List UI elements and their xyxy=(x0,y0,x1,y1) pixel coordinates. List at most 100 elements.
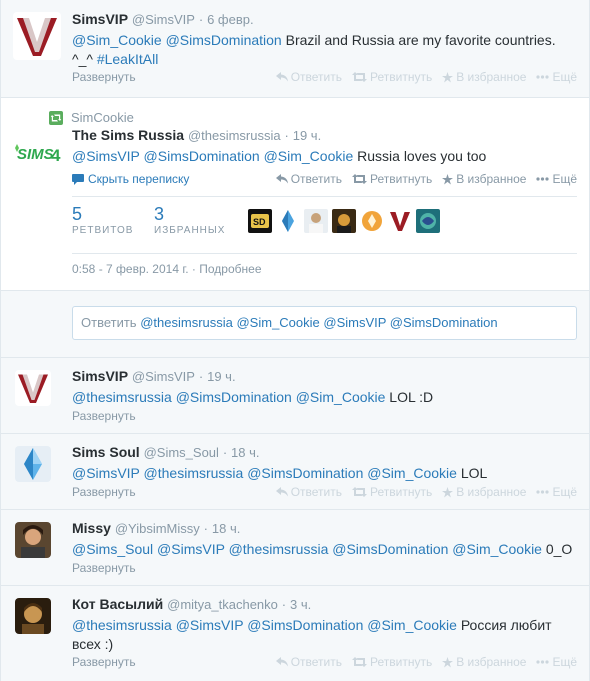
reply-button[interactable]: Ответить xyxy=(275,483,342,501)
mention-link[interactable]: @SimsVIP xyxy=(72,148,140,164)
tweet-missy[interactable]: Missy @YibsimMissy · 18 ч. @Sims_Soul @S… xyxy=(1,510,589,586)
avatar-dark-portrait[interactable] xyxy=(332,209,356,233)
mention-link[interactable]: @thesimsrussia xyxy=(229,541,329,557)
favorite-label: В избранное xyxy=(456,70,527,84)
avatar-simsvip-small[interactable] xyxy=(388,209,412,233)
tweet-main-thesimsrussia[interactable]: SimCookie SIMS 4 The Sims Russia @thesims… xyxy=(1,98,589,291)
retweet-button[interactable]: Ретвитнуть xyxy=(352,483,432,501)
retweeter-name[interactable]: SimCookie xyxy=(71,110,134,126)
expand-link[interactable]: Развернуть xyxy=(72,559,136,577)
mention-link[interactable]: @Sim_Cookie xyxy=(264,148,354,164)
fullname[interactable]: SimsVIP xyxy=(72,368,128,384)
mention-link[interactable]: @SimsVIP xyxy=(157,541,225,557)
more-button[interactable]: Ещё xyxy=(536,483,577,501)
mention-link[interactable]: @thesimsrussia xyxy=(72,617,172,633)
avatar-thesimsrussia[interactable]: SIMS 4 xyxy=(13,142,61,166)
tweet-simsvip-1[interactable]: SimsVIP @SimsVIP · 6 февр. @Sim_Cookie @… xyxy=(1,0,589,98)
avatar-sims-soul[interactable] xyxy=(15,446,51,482)
reply-input[interactable]: Ответить @thesimsrussia @Sim_Cookie @Sim… xyxy=(72,306,577,340)
mention-link[interactable]: @SimsDomination xyxy=(332,541,448,557)
avatar-simsvip[interactable] xyxy=(13,12,61,60)
favorite-button[interactable]: В избранное xyxy=(442,170,526,188)
expand-link[interactable]: Развернуть xyxy=(72,653,136,671)
username[interactable]: @mitya_tkachenko xyxy=(167,597,278,612)
mention-link[interactable]: @SimsDomination xyxy=(144,148,260,164)
star-icon xyxy=(442,173,454,184)
mention-link[interactable]: @SimsVIP xyxy=(72,465,140,481)
timestamp[interactable]: 18 ч. xyxy=(231,445,259,460)
mention-link[interactable]: @thesimsrussia xyxy=(72,389,172,405)
more-label: Ещё xyxy=(552,172,577,186)
expand-link[interactable]: Развернуть xyxy=(72,68,136,86)
username[interactable]: @SimsVIP xyxy=(132,12,195,27)
fullname[interactable]: Missy xyxy=(72,520,111,536)
hide-conversation-link[interactable]: Скрыть переписку xyxy=(72,170,189,188)
tweet-sims-soul[interactable]: Sims Soul @Sims_Soul · 18 ч. @SimsVIP @t… xyxy=(1,434,589,510)
mention-link[interactable]: @Sim_Cookie xyxy=(296,389,386,405)
expand-link[interactable]: Развернуть xyxy=(72,483,136,501)
more-button[interactable]: Ещё xyxy=(536,170,577,188)
mention-link[interactable]: @Sim_Cookie xyxy=(367,617,457,633)
username[interactable]: @Sims_Soul xyxy=(144,445,219,460)
retweet-button[interactable]: Ретвитнуть xyxy=(352,170,432,188)
favorites-stat[interactable]: 3 ИЗБРАННЫХ xyxy=(154,203,225,236)
more-button[interactable]: Ещё xyxy=(536,68,577,86)
separator: · xyxy=(281,597,287,612)
reply-mentions: @thesimsrussia @Sim_Cookie @SimsVIP @Sim… xyxy=(140,315,498,330)
username[interactable]: @SimsVIP xyxy=(132,369,195,384)
mention-link[interactable]: @Sim_Cookie xyxy=(367,465,457,481)
favorite-button[interactable]: В избранное xyxy=(442,68,526,86)
mention-link[interactable]: @thesimsrussia xyxy=(144,465,244,481)
retweets-count: 5 xyxy=(72,204,83,224)
avatar-teal-globe[interactable] xyxy=(416,209,440,233)
reply-button[interactable]: Ответить xyxy=(275,653,342,671)
more-button[interactable]: Ещё xyxy=(536,653,577,671)
retweet-button[interactable]: Ретвитнуть xyxy=(352,68,432,86)
favorite-button[interactable]: В избранное xyxy=(442,483,526,501)
datetime-text[interactable]: 0:58 - 7 февр. 2014 г. xyxy=(72,262,189,276)
avatar-orange-plumbob[interactable] xyxy=(360,209,384,233)
mention-link[interactable]: @SimsVIP xyxy=(176,617,244,633)
fullname[interactable]: Кот Васылий xyxy=(72,596,163,612)
avatar-person-white[interactable] xyxy=(304,209,328,233)
avatar-sd[interactable]: SD xyxy=(248,209,272,233)
retweets-stat[interactable]: 5 РЕТВИТОВ xyxy=(72,203,133,236)
mention-link[interactable]: @SimsDomination xyxy=(247,465,363,481)
mention-link[interactable]: @SimsDomination xyxy=(176,389,292,405)
reply-button[interactable]: Ответить xyxy=(275,68,342,86)
fullname[interactable]: SimsVIP xyxy=(72,11,128,27)
avatar-kot-vasyliy[interactable] xyxy=(15,598,51,634)
mention-link[interactable]: @Sim_Cookie xyxy=(452,541,542,557)
mention-link[interactable]: @Sims_Soul xyxy=(72,541,153,557)
separator: · xyxy=(198,12,204,27)
expand-link[interactable]: Развернуть xyxy=(72,407,136,425)
fullname[interactable]: The Sims Russia xyxy=(72,127,184,143)
avatar-plumbob[interactable] xyxy=(276,209,300,233)
fullname[interactable]: Sims Soul xyxy=(72,444,140,460)
timestamp[interactable]: 3 ч. xyxy=(290,597,311,612)
tweet-simsvip-2[interactable]: SimsVIP @SimsVIP · 19 ч. @thesimsrussia … xyxy=(1,358,589,434)
more-label: Ещё xyxy=(552,70,577,84)
timestamp[interactable]: 18 ч. xyxy=(212,521,240,536)
details-link[interactable]: Подробнее xyxy=(199,262,261,276)
username[interactable]: @thesimsrussia xyxy=(188,128,281,143)
mention-link[interactable]: @SimsDomination xyxy=(247,617,363,633)
tweet-kot-vasyliy[interactable]: Кот Васылий @mitya_tkachenko · 3 ч. @the… xyxy=(1,586,589,681)
avatar-simsvip[interactable] xyxy=(15,370,51,406)
username[interactable]: @YibsimMissy xyxy=(115,521,200,536)
tweet-text: @thesimsrussia @SimsDomination @Sim_Cook… xyxy=(72,388,577,407)
retweet-button[interactable]: Ретвитнуть xyxy=(352,653,432,671)
tweet-text: @SimsVIP @thesimsrussia @SimsDomination … xyxy=(72,464,577,483)
favorite-button[interactable]: В избранное xyxy=(442,653,526,671)
timestamp[interactable]: 19 ч. xyxy=(293,128,321,143)
mention-link[interactable]: @Sim_Cookie xyxy=(72,32,162,48)
mention-link[interactable]: @SimsDomination xyxy=(166,32,282,48)
tweet-actions: Ответить Ретвитнуть В избранное Ещё xyxy=(266,483,577,501)
reply-button[interactable]: Ответить xyxy=(275,170,342,188)
timestamp[interactable]: 6 февр. xyxy=(207,12,254,27)
reply-label: Ответить xyxy=(290,485,342,499)
timestamp[interactable]: 19 ч. xyxy=(207,369,235,384)
avatar-missy[interactable] xyxy=(15,522,51,558)
hashtag-link[interactable]: #LeakItAll xyxy=(97,51,158,67)
svg-text:SIMS: SIMS xyxy=(17,146,54,163)
